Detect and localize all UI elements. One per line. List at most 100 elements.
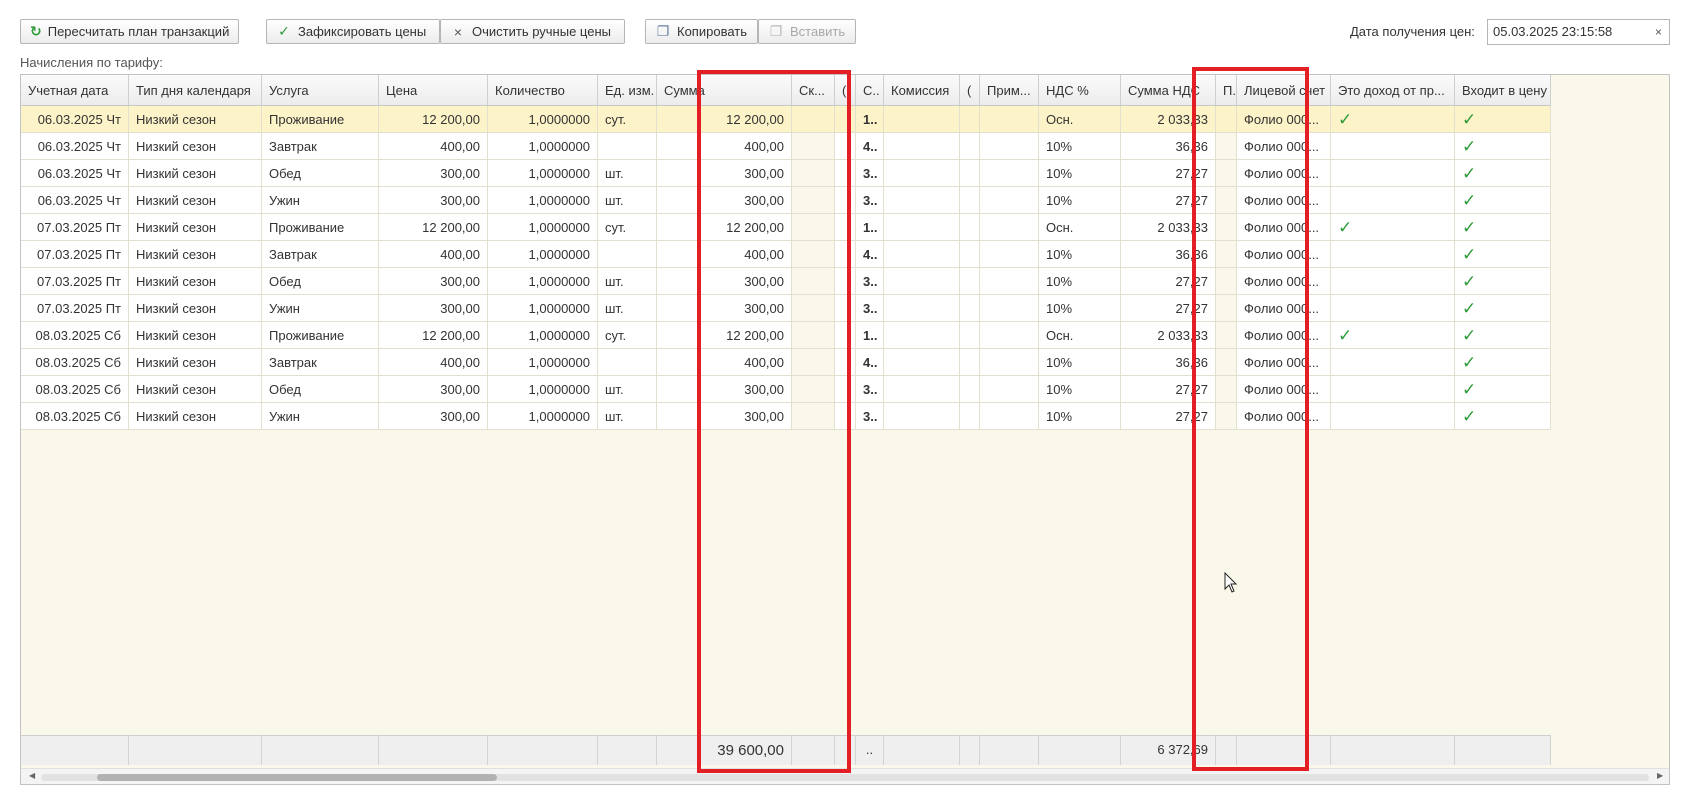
table-cell[interactable] (960, 295, 980, 322)
column-header[interactable]: Ед. изм. (598, 75, 657, 106)
column-header[interactable]: НДС % (1039, 75, 1121, 106)
table-cell[interactable]: Фолио 000... (1237, 349, 1331, 376)
table-cell[interactable] (792, 349, 835, 376)
table-cell[interactable]: Низкий сезон (129, 214, 262, 241)
column-header[interactable]: ( (835, 75, 856, 106)
table-cell[interactable]: 06.03.2025 Чт (21, 187, 129, 214)
table-cell[interactable] (792, 295, 835, 322)
table-cell[interactable]: 12 200,00 (379, 322, 488, 349)
table-cell[interactable]: Обед (262, 376, 379, 403)
table-cell[interactable]: Проживание (262, 322, 379, 349)
table-cell[interactable]: ✓ (1331, 106, 1455, 133)
table-cell[interactable] (980, 349, 1039, 376)
table-cell[interactable]: 1,0000000 (488, 106, 598, 133)
table-cell[interactable]: 07.03.2025 Пт (21, 214, 129, 241)
table-cell[interactable] (884, 133, 960, 160)
table-cell[interactable] (792, 403, 835, 430)
table-cell[interactable]: Низкий сезон (129, 268, 262, 295)
table-cell[interactable] (960, 403, 980, 430)
column-header[interactable]: С.. (856, 75, 884, 106)
table-cell[interactable]: Осн. (1039, 214, 1121, 241)
column-header[interactable]: Учетная дата (21, 75, 129, 106)
table-cell[interactable] (1216, 241, 1237, 268)
table-cell[interactable]: Осн. (1039, 322, 1121, 349)
table-cell[interactable]: ✓ (1331, 322, 1455, 349)
table-cell[interactable]: ✓ (1455, 214, 1551, 241)
table-cell[interactable] (835, 187, 856, 214)
price-date-input[interactable]: 05.03.2025 23:15:58 (1487, 19, 1649, 45)
table-cell[interactable]: 08.03.2025 Сб (21, 376, 129, 403)
table-cell[interactable] (835, 241, 856, 268)
table-cell[interactable]: Обед (262, 160, 379, 187)
table-cell[interactable]: 10% (1039, 268, 1121, 295)
table-cell[interactable]: ✓ (1455, 322, 1551, 349)
table-cell[interactable] (980, 268, 1039, 295)
table-cell[interactable]: 400,00 (379, 241, 488, 268)
table-cell[interactable] (884, 376, 960, 403)
table-cell[interactable]: 1,0000000 (488, 187, 598, 214)
table-cell[interactable] (1216, 376, 1237, 403)
table-cell[interactable] (1331, 133, 1455, 160)
table-cell[interactable]: ✓ (1455, 295, 1551, 322)
table-cell[interactable] (980, 403, 1039, 430)
table-cell[interactable]: Завтрак (262, 349, 379, 376)
column-header[interactable]: Сумма (657, 75, 792, 106)
table-cell[interactable]: Фолио 000... (1237, 322, 1331, 349)
table-cell[interactable]: 10% (1039, 295, 1121, 322)
table-cell[interactable]: 1,0000000 (488, 322, 598, 349)
table-cell[interactable]: 10% (1039, 187, 1121, 214)
table-cell[interactable] (1331, 241, 1455, 268)
table-cell[interactable]: ✓ (1455, 376, 1551, 403)
date-clear-button[interactable]: × (1648, 19, 1670, 45)
table-cell[interactable] (792, 241, 835, 268)
table-cell[interactable]: 300,00 (657, 160, 792, 187)
table-cell[interactable]: 300,00 (379, 376, 488, 403)
table-cell[interactable]: 10% (1039, 133, 1121, 160)
table-cell[interactable]: 1.. (856, 322, 884, 349)
table-cell[interactable] (1216, 403, 1237, 430)
table-cell[interactable]: 300,00 (379, 187, 488, 214)
table-cell[interactable]: Низкий сезон (129, 106, 262, 133)
table-cell[interactable] (960, 349, 980, 376)
table-cell[interactable]: 08.03.2025 Сб (21, 322, 129, 349)
table-cell[interactable]: 3.. (856, 160, 884, 187)
table-cell[interactable]: Фолио 000... (1237, 241, 1331, 268)
table-cell[interactable]: сут. (598, 106, 657, 133)
table-cell[interactable]: шт. (598, 295, 657, 322)
table-cell[interactable] (1331, 268, 1455, 295)
table-cell[interactable]: 1,0000000 (488, 268, 598, 295)
table-cell[interactable]: 10% (1039, 160, 1121, 187)
table-cell[interactable] (884, 322, 960, 349)
table-cell[interactable] (835, 322, 856, 349)
table-cell[interactable] (960, 322, 980, 349)
table-cell[interactable] (980, 376, 1039, 403)
table-cell[interactable]: 27,27 (1121, 403, 1216, 430)
table-cell[interactable] (980, 187, 1039, 214)
table-cell[interactable] (960, 214, 980, 241)
table-cell[interactable]: 3.. (856, 268, 884, 295)
table-cell[interactable]: Завтрак (262, 241, 379, 268)
table-cell[interactable] (835, 160, 856, 187)
table-cell[interactable]: 400,00 (657, 349, 792, 376)
table-cell[interactable] (960, 187, 980, 214)
table-cell[interactable] (884, 268, 960, 295)
table-cell[interactable]: Завтрак (262, 133, 379, 160)
column-header[interactable]: Входит в цену (1455, 75, 1551, 106)
table-cell[interactable] (980, 214, 1039, 241)
table-cell[interactable] (1331, 403, 1455, 430)
table-cell[interactable]: 300,00 (379, 295, 488, 322)
table-cell[interactable]: 1,0000000 (488, 214, 598, 241)
table-cell[interactable] (884, 187, 960, 214)
table-cell[interactable]: 1.. (856, 214, 884, 241)
table-cell[interactable] (1216, 133, 1237, 160)
table-cell[interactable]: Проживание (262, 106, 379, 133)
table-cell[interactable]: 1,0000000 (488, 295, 598, 322)
table-cell[interactable] (835, 133, 856, 160)
table-cell[interactable]: Низкий сезон (129, 241, 262, 268)
table-cell[interactable] (1331, 160, 1455, 187)
table-cell[interactable] (1216, 160, 1237, 187)
table-cell[interactable]: 06.03.2025 Чт (21, 106, 129, 133)
column-header[interactable]: Тип дня календаря (129, 75, 262, 106)
table-cell[interactable] (835, 268, 856, 295)
table-cell[interactable]: Фолио 000... (1237, 106, 1331, 133)
